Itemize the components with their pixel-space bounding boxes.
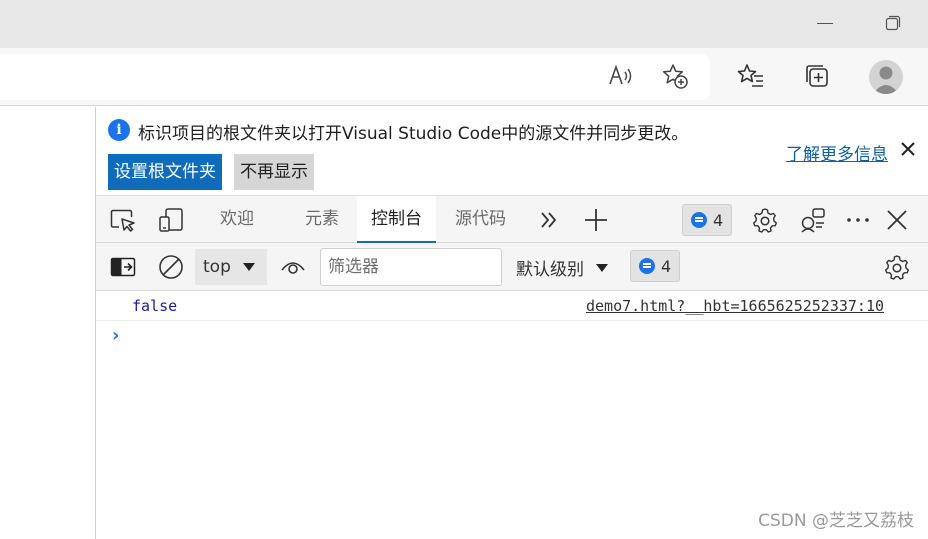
info-icon: i [108,119,130,141]
title-bar [0,0,928,48]
context-value: top [203,257,231,277]
new-tab-icon[interactable] [580,204,612,236]
live-expression-eye-icon[interactable] [277,251,309,283]
message-icon [691,212,707,228]
add-favorite-icon[interactable] [659,60,691,92]
devtools-tabs-bar: 欢迎 元素 控制台 源代码 4 [96,195,928,243]
issues-badge[interactable]: 4 [682,204,733,236]
close-devtools-icon[interactable] [881,204,913,236]
log-source-link[interactable]: demo7.html?__hbt=1665625252337:10 [586,297,884,315]
minimize-icon[interactable] [817,23,833,24]
console-issues-count: 4 [661,256,672,276]
more-tabs-icon[interactable] [533,204,565,236]
console-issues-badge[interactable]: 4 [630,250,681,282]
settings-gear-icon[interactable] [749,204,781,236]
console-settings-gear-icon[interactable] [881,251,913,283]
log-level-value: 默认级别 [516,260,584,280]
dont-show-again-button[interactable]: 不再显示 [234,154,314,190]
inspect-element-icon[interactable] [107,204,139,236]
address-bar [0,48,928,106]
console-log-row: false demo7.html?__hbt=1665625252337:10 [96,291,928,321]
sidebar-toggle-icon[interactable] [107,251,139,283]
chevron-down-icon [242,263,255,271]
log-value: false [132,297,178,315]
log-level-select[interactable]: 默认级别 [516,255,608,280]
devtools-panel: i 标识项目的根文件夹以打开Visual Studio Code中的源文件并同步… [96,107,928,539]
tab-console[interactable]: 控制台 [357,196,436,243]
clear-console-icon[interactable] [155,251,187,283]
chevron-down-icon [596,263,608,272]
filter-input[interactable] [320,248,502,286]
tab-welcome[interactable]: 欢迎 [220,196,254,243]
tab-sources[interactable]: 源代码 [455,196,506,243]
info-bar: i 标识项目的根文件夹以打开Visual Studio Code中的源文件并同步… [96,107,928,195]
learn-more-link[interactable]: 了解更多信息 [786,140,888,165]
context-select[interactable]: top [195,249,267,285]
tab-elements[interactable]: 元素 [305,196,339,243]
console-toolbar: top 默认级别 4 [96,243,928,291]
watermark: CSDN @芝芝又荔枝 [758,511,914,531]
collections-icon[interactable] [801,60,833,92]
favorites-icon[interactable] [735,60,767,92]
profile-icon[interactable] [869,60,903,94]
page-content [0,107,96,539]
console-prompt-icon[interactable]: › [112,325,119,346]
more-options-icon[interactable] [842,204,874,236]
restore-icon[interactable] [885,15,901,31]
device-emulation-icon[interactable] [155,204,187,236]
address-box[interactable] [0,54,710,100]
message-icon [639,258,655,274]
customize-icon[interactable] [797,204,829,236]
read-aloud-icon[interactable] [605,60,637,92]
close-icon[interactable] [897,138,919,160]
info-message: 标识项目的根文件夹以打开Visual Studio Code中的源文件并同步更改… [138,124,689,144]
set-root-folder-button[interactable]: 设置根文件夹 [108,154,222,190]
console-output: false demo7.html?__hbt=1665625252337:10 … [96,291,928,539]
issues-count: 4 [713,210,724,230]
